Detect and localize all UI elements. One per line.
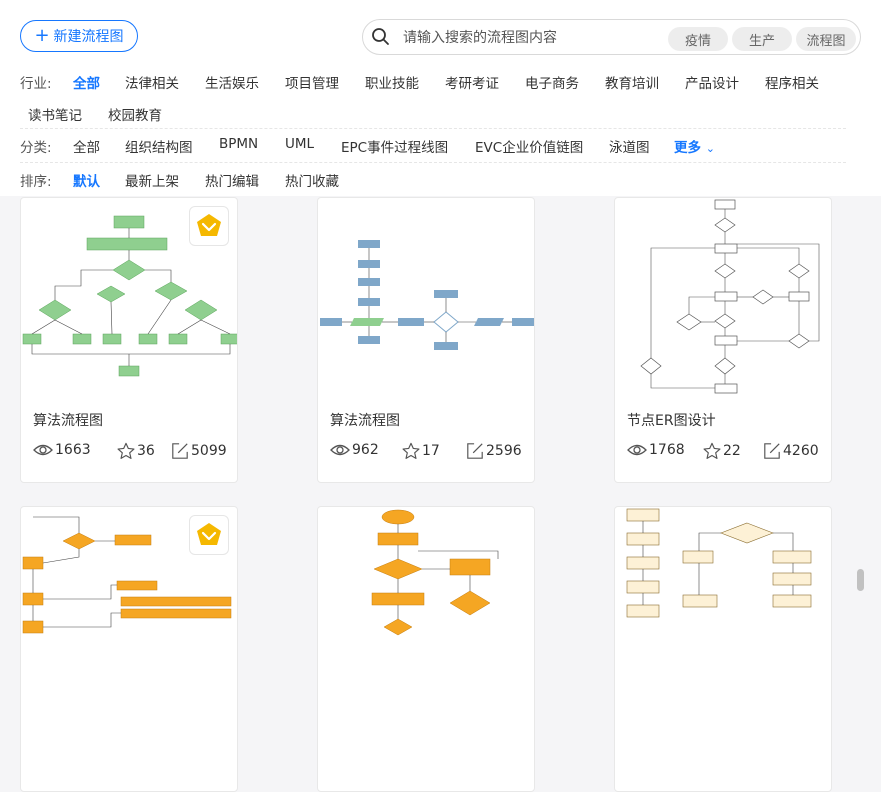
- chevron-down-icon: ⌄: [705, 142, 715, 155]
- industry-item-product[interactable]: 产品设计: [685, 72, 739, 92]
- category-item-uml[interactable]: UML: [285, 136, 314, 152]
- view-count: 1768: [627, 442, 685, 458]
- card-stats: 1663 36 5099: [33, 442, 233, 462]
- star-count[interactable]: 22: [703, 442, 741, 460]
- scrollbar-thumb[interactable]: [857, 569, 864, 591]
- star-count[interactable]: 17: [402, 442, 440, 460]
- card-title: 算法流程图: [330, 413, 400, 429]
- sort-item-hot-fav[interactable]: 热门收藏: [285, 170, 339, 190]
- industry-item-program[interactable]: 程序相关: [765, 72, 819, 92]
- category-item-all[interactable]: 全部: [73, 136, 100, 156]
- more-label: 更多: [674, 140, 701, 156]
- card-stats: 962 17 2596: [330, 442, 530, 462]
- eye-icon: [33, 444, 53, 456]
- search-box: 疫情 生产 流程图: [362, 19, 861, 55]
- crown-icon: [197, 214, 221, 236]
- category-item-bpmn[interactable]: BPMN: [219, 136, 258, 152]
- sort-item-hot-edit[interactable]: 热门编辑: [205, 170, 259, 190]
- view-count-value: 962: [352, 442, 379, 458]
- template-card[interactable]: 算法流程图 1663 36 5099: [20, 197, 238, 483]
- vip-badge: [189, 206, 229, 246]
- eye-icon: [627, 444, 647, 456]
- industry-label: 行业:: [20, 76, 52, 92]
- category-item-swimlane[interactable]: 泳道图: [609, 136, 650, 156]
- industry-item-law[interactable]: 法律相关: [125, 72, 179, 92]
- vip-badge: [189, 515, 229, 555]
- star-icon: [402, 442, 420, 459]
- star-count[interactable]: 36: [117, 442, 155, 460]
- edit-count-value: 2596: [486, 443, 522, 459]
- template-card[interactable]: [317, 506, 535, 792]
- industry-item-project[interactable]: 项目管理: [285, 72, 339, 92]
- category-item-org[interactable]: 组织结构图: [125, 136, 193, 156]
- edit-count[interactable]: 2596: [466, 442, 522, 460]
- top-bar: + 新建流程图 疫情 生产 流程图: [0, 0, 881, 66]
- new-flowchart-label: 新建流程图: [53, 29, 124, 45]
- search-input[interactable]: [401, 26, 665, 50]
- divider: [20, 162, 846, 163]
- industry-item-life[interactable]: 生活娱乐: [205, 72, 259, 92]
- industry-item-education[interactable]: 教育培训: [605, 72, 659, 92]
- new-flowchart-button[interactable]: + 新建流程图: [20, 20, 138, 52]
- category-more-button[interactable]: 更多 ⌄: [674, 136, 715, 156]
- card-title: 算法流程图: [33, 413, 103, 429]
- edit-count[interactable]: 4260: [763, 442, 819, 460]
- sort-filter: 排序: 默认 最新上架 热门编辑 热门收藏: [20, 170, 860, 190]
- industry-item-campus[interactable]: 校园教育: [108, 104, 162, 124]
- search-icon[interactable]: [371, 27, 391, 47]
- star-count-value: 22: [723, 443, 741, 459]
- industry-item-exam[interactable]: 考研考证: [445, 72, 499, 92]
- edit-icon: [467, 443, 483, 459]
- star-count-value: 17: [422, 443, 440, 459]
- template-card[interactable]: [20, 506, 238, 792]
- filter-panel: 行业: 全部 法律相关 生活娱乐 项目管理 职业技能 考研考证 电子商务 教育培…: [0, 66, 881, 196]
- industry-item-ecommerce[interactable]: 电子商务: [525, 72, 579, 92]
- template-card[interactable]: 节点ER图设计 1768 22 4260: [614, 197, 832, 483]
- edit-count-value: 5099: [191, 443, 227, 459]
- sort-item-latest[interactable]: 最新上架: [125, 170, 179, 190]
- template-card[interactable]: [614, 506, 832, 792]
- star-icon: [117, 442, 135, 459]
- edit-icon: [764, 443, 780, 459]
- view-count: 1663: [33, 442, 91, 458]
- eye-icon: [330, 444, 350, 456]
- search-chip-flowchart[interactable]: 流程图: [796, 27, 856, 51]
- view-count: 962: [330, 442, 379, 458]
- view-count-value: 1663: [55, 442, 91, 458]
- industry-filter: 行业: 全部 法律相关 生活娱乐 项目管理 职业技能 考研考证 电子商务 教育培…: [20, 72, 860, 124]
- star-count-value: 36: [137, 443, 155, 459]
- search-chip-epidemic[interactable]: 疫情: [668, 27, 728, 51]
- crown-icon: [197, 523, 221, 545]
- view-count-value: 1768: [649, 442, 685, 458]
- category-label: 分类:: [20, 140, 52, 156]
- edit-icon: [172, 443, 188, 459]
- star-icon: [703, 442, 721, 459]
- template-card[interactable]: 算法流程图 962 17 2596: [317, 197, 535, 483]
- card-stats: 1768 22 4260: [627, 442, 827, 462]
- category-item-evc[interactable]: EVC企业价值链图: [475, 136, 583, 156]
- industry-item-all[interactable]: 全部: [73, 72, 100, 92]
- sort-label: 排序:: [20, 174, 52, 190]
- search-chip-production[interactable]: 生产: [732, 27, 792, 51]
- industry-item-reading[interactable]: 读书笔记: [28, 104, 82, 124]
- flowchart-thumbnail: [320, 240, 534, 350]
- edit-count-value: 4260: [783, 443, 819, 459]
- category-filter: 分类: 全部 组织结构图 BPMN UML EPC事件过程线图 EVC企业价值链…: [20, 136, 860, 156]
- er-diagram-thumbnail: [640, 199, 820, 394]
- card-title: 节点ER图设计: [627, 413, 716, 429]
- category-item-epc[interactable]: EPC事件过程线图: [341, 136, 448, 156]
- edit-count[interactable]: 5099: [171, 442, 227, 460]
- divider: [20, 128, 846, 129]
- sort-item-default[interactable]: 默认: [73, 170, 100, 190]
- industry-item-skills[interactable]: 职业技能: [365, 72, 419, 92]
- plus-icon: +: [34, 25, 50, 46]
- flowchart-thumbnail: [626, 508, 812, 618]
- flowchart-thumbnail: [371, 509, 499, 636]
